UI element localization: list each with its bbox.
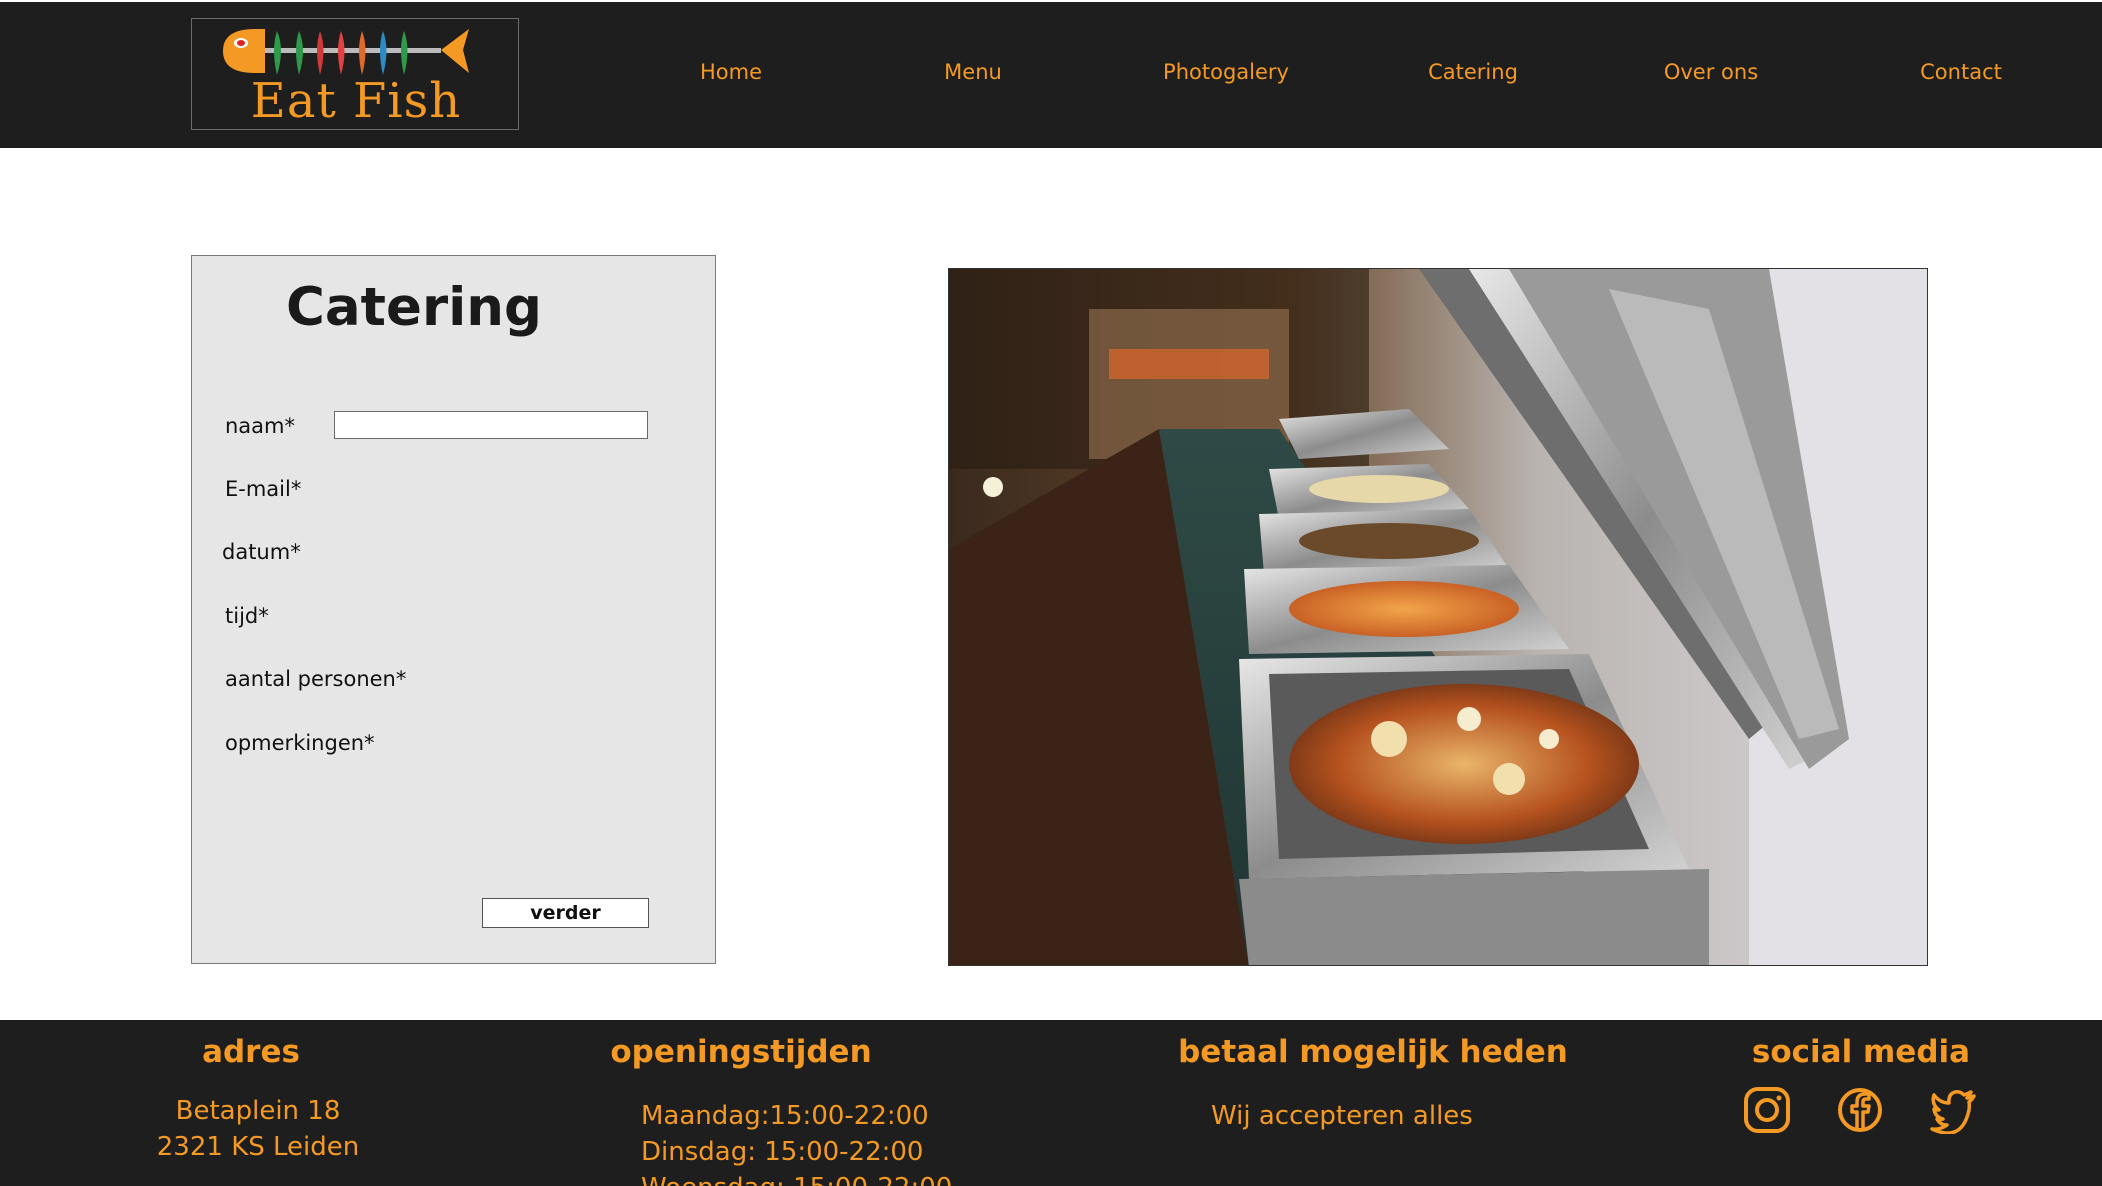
name-input[interactable] — [334, 411, 648, 439]
persons-label: aantal personen* — [225, 667, 407, 691]
twitter-icon[interactable] — [1930, 1086, 1978, 1134]
nav-catering[interactable]: Catering — [1428, 60, 1518, 84]
date-label: datum* — [222, 540, 301, 564]
hours-line-tuesday: Dinsdag: 15:00-22:00 — [641, 1137, 924, 1167]
address-street: Betaplein 18 — [175, 1096, 341, 1126]
hours-line-wednesday: Woensdag: 15:00-22:00 — [641, 1173, 952, 1186]
remarks-label: opmerkingen* — [225, 731, 375, 755]
buffet-image — [949, 269, 1927, 965]
fish-logo-icon — [223, 29, 469, 75]
top-navigation-bar: Eat Fish Home Menu Photogalery Catering … — [0, 2, 2102, 148]
logo[interactable]: Eat Fish — [191, 18, 519, 130]
nav-over-ons[interactable]: Over ons — [1664, 60, 1758, 84]
payment-text: Wij accepteren alles — [1211, 1101, 1473, 1131]
nav-contact[interactable]: Contact — [1920, 60, 2002, 84]
form-title: Catering — [286, 277, 542, 338]
email-label: E-mail* — [225, 477, 302, 501]
submit-button[interactable]: verder — [482, 898, 649, 928]
social-heading: social media — [1751, 1034, 1971, 1070]
hours-heading: openingstijden — [610, 1034, 872, 1070]
catering-form: Catering naam* E-mail* datum* tijd* aant… — [191, 255, 716, 964]
address-city: 2321 KS Leiden — [156, 1132, 360, 1162]
nav-menu[interactable]: Menu — [944, 60, 1002, 84]
nav-photogalery[interactable]: Photogalery — [1163, 60, 1289, 84]
catering-buffet-photo — [948, 268, 1928, 966]
hours-line-monday: Maandag:15:00-22:00 — [641, 1101, 929, 1131]
address-heading: adres — [202, 1034, 300, 1070]
payment-heading: betaal mogelijk heden — [1178, 1034, 1568, 1070]
logo-text: Eat Fish — [250, 73, 462, 129]
nav-home[interactable]: Home — [700, 60, 762, 84]
time-label: tijd* — [225, 604, 269, 628]
footer: adres Betaplein 18 2321 KS Leiden openin… — [0, 1020, 2102, 1186]
facebook-icon[interactable] — [1836, 1086, 1884, 1134]
name-label: naam* — [225, 414, 296, 438]
instagram-icon[interactable] — [1743, 1086, 1791, 1134]
